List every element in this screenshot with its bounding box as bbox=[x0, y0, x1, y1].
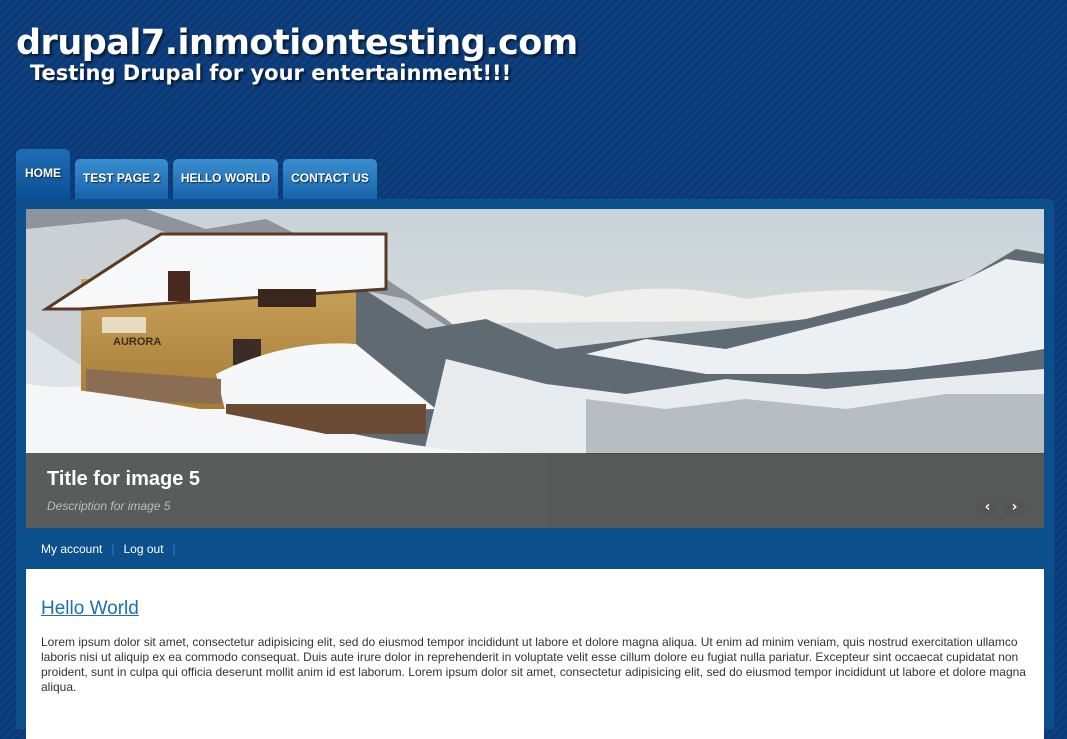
previous-slide-button[interactable]: ‹ bbox=[977, 497, 998, 518]
tab-contact-us[interactable]: CONTACT US bbox=[283, 159, 377, 201]
slideshow: AURORA Title for image 5 Description for… bbox=[26, 209, 1044, 528]
hut-sign-text: AURORA bbox=[113, 336, 161, 348]
site-slogan: Testing Drupal for your entertainment!!! bbox=[30, 61, 512, 85]
main-panel: AURORA Title for image 5 Description for… bbox=[16, 199, 1054, 739]
user-menu: My account | Log out | bbox=[41, 542, 185, 556]
article-title[interactable]: Hello World bbox=[41, 598, 139, 620]
menu-separator: | bbox=[111, 542, 115, 556]
next-slide-button[interactable]: › bbox=[1004, 497, 1025, 518]
article-body: Lorem ipsum dolor sit amet, consectetur … bbox=[41, 635, 1026, 694]
my-account-link[interactable]: My account bbox=[41, 542, 102, 556]
content-area: Hello World Lorem ipsum dolor sit amet, … bbox=[26, 569, 1044, 739]
tab-hello-world[interactable]: HELLO WORLD bbox=[173, 159, 278, 201]
site-header: drupal7.inmotiontesting.com Testing Drup… bbox=[16, 22, 578, 85]
slide-title: Title for image 5 bbox=[47, 468, 201, 490]
site-name[interactable]: drupal7.inmotiontesting.com bbox=[16, 22, 578, 64]
hut-sign-board bbox=[102, 317, 146, 333]
tab-home[interactable]: HOME bbox=[16, 149, 70, 201]
menu-separator: | bbox=[172, 542, 176, 556]
tab-test-page-2[interactable]: TEST PAGE 2 bbox=[75, 159, 168, 201]
slide-caption: Title for image 5 Description for image … bbox=[26, 453, 1044, 528]
slide-description: Description for image 5 bbox=[47, 499, 171, 513]
log-out-link[interactable]: Log out bbox=[123, 542, 163, 556]
